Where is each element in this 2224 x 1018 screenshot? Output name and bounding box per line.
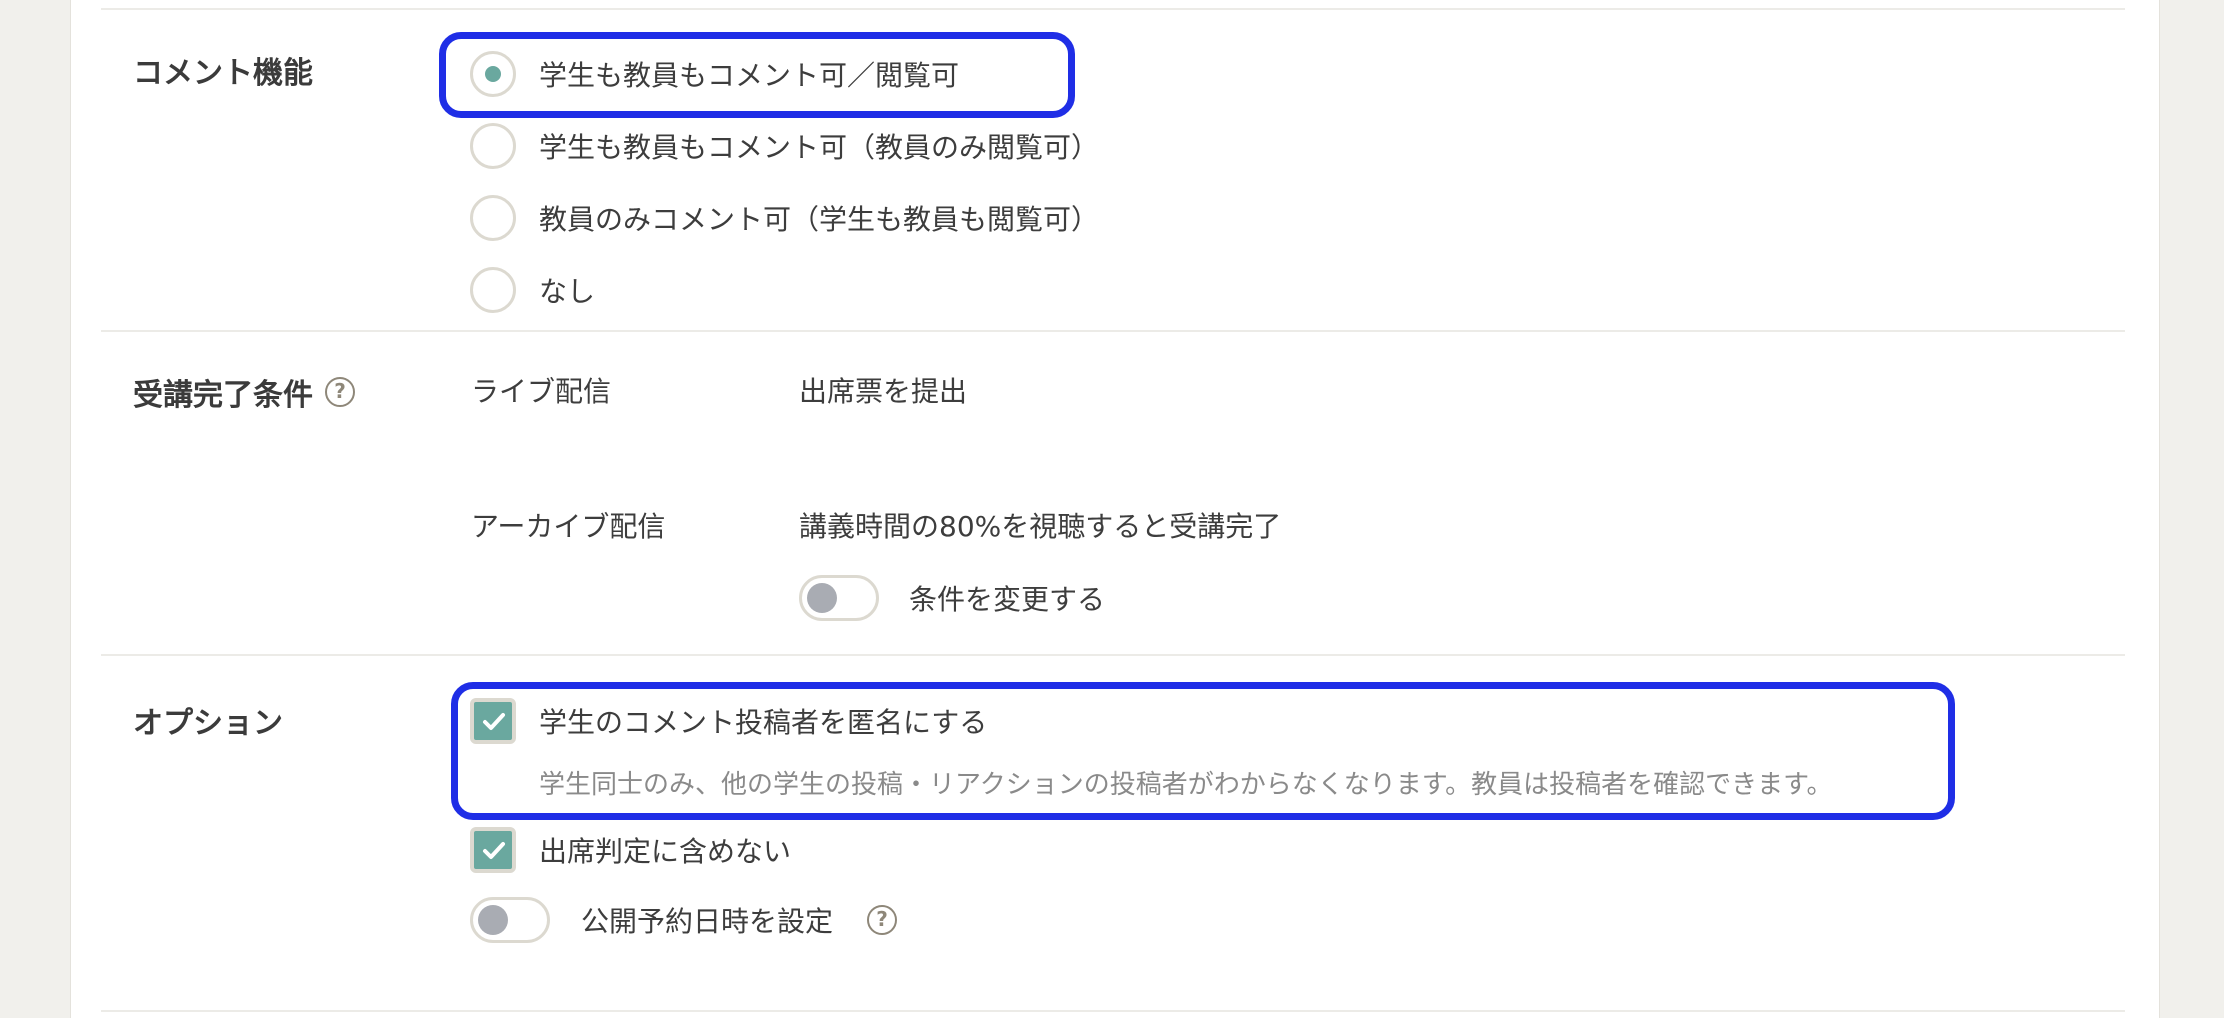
- comment-option-1[interactable]: 学生も教員もコメント可／閲覧可: [470, 50, 959, 98]
- anonymous-label: 学生のコメント投稿者を匿名にする: [539, 706, 988, 739]
- live-label: ライブ配信: [471, 375, 612, 408]
- options-section-title: オプション: [133, 706, 283, 741]
- exclude-attendance-label: 出席判定に含めない: [539, 835, 792, 868]
- schedule-toggle[interactable]: [470, 897, 550, 943]
- comment-option-label: なし: [539, 275, 596, 308]
- divider: [101, 8, 2125, 10]
- change-condition-toggle-row[interactable]: 条件を変更する: [799, 575, 1105, 621]
- anonymous-checkbox-row[interactable]: 学生のコメント投稿者を匿名にする: [470, 698, 987, 744]
- toggle-knob: [478, 905, 508, 935]
- comment-option-label: 学生も教員もコメント可／閲覧可: [539, 59, 960, 92]
- comment-option-label: 教員のみコメント可（学生も教員も閲覧可）: [539, 203, 1100, 236]
- change-condition-label: 条件を変更する: [909, 583, 1106, 616]
- settings-panel: コメント機能 学生も教員もコメント可／閲覧可 学生も教員もコメント可（教員のみ閲…: [70, 0, 2160, 1018]
- radio-button[interactable]: [470, 195, 516, 241]
- anonymous-description: 学生同士のみ、他の学生の投稿・リアクションの投稿者がわからなくなります。教員は投…: [539, 770, 1833, 800]
- radio-button[interactable]: [470, 267, 516, 313]
- radio-button[interactable]: [470, 51, 516, 97]
- comment-option-4[interactable]: なし: [470, 266, 595, 314]
- divider: [101, 1010, 2125, 1012]
- archive-value: 講義時間の80%を視聴すると受講完了: [799, 510, 1282, 543]
- check-icon: [483, 713, 505, 730]
- help-circle-icon[interactable]: ?: [867, 905, 898, 935]
- completion-section-title: 受講完了条件 ?: [133, 370, 355, 414]
- schedule-toggle-row[interactable]: 公開予約日時を設定 ?: [470, 897, 898, 943]
- help-circle-icon[interactable]: ?: [325, 377, 355, 407]
- live-value: 出席票を提出: [799, 375, 968, 408]
- archive-label: アーカイブ配信: [471, 510, 666, 543]
- toggle-knob: [807, 583, 837, 613]
- check-icon: [483, 842, 505, 859]
- comment-option-3[interactable]: 教員のみコメント可（学生も教員も閲覧可）: [470, 194, 1099, 242]
- change-condition-toggle[interactable]: [799, 575, 879, 621]
- checkbox[interactable]: [470, 827, 516, 873]
- radio-button[interactable]: [470, 123, 516, 169]
- comment-section-title: コメント機能: [133, 56, 313, 91]
- schedule-label: 公開予約日時を設定: [581, 905, 834, 938]
- comment-option-label: 学生も教員もコメント可（教員のみ閲覧可）: [539, 131, 1100, 164]
- divider: [101, 654, 2125, 656]
- divider: [101, 330, 2125, 332]
- exclude-attendance-row[interactable]: 出席判定に含めない: [470, 827, 791, 873]
- checkbox[interactable]: [470, 698, 516, 744]
- comment-option-2[interactable]: 学生も教員もコメント可（教員のみ閲覧可）: [470, 122, 1099, 170]
